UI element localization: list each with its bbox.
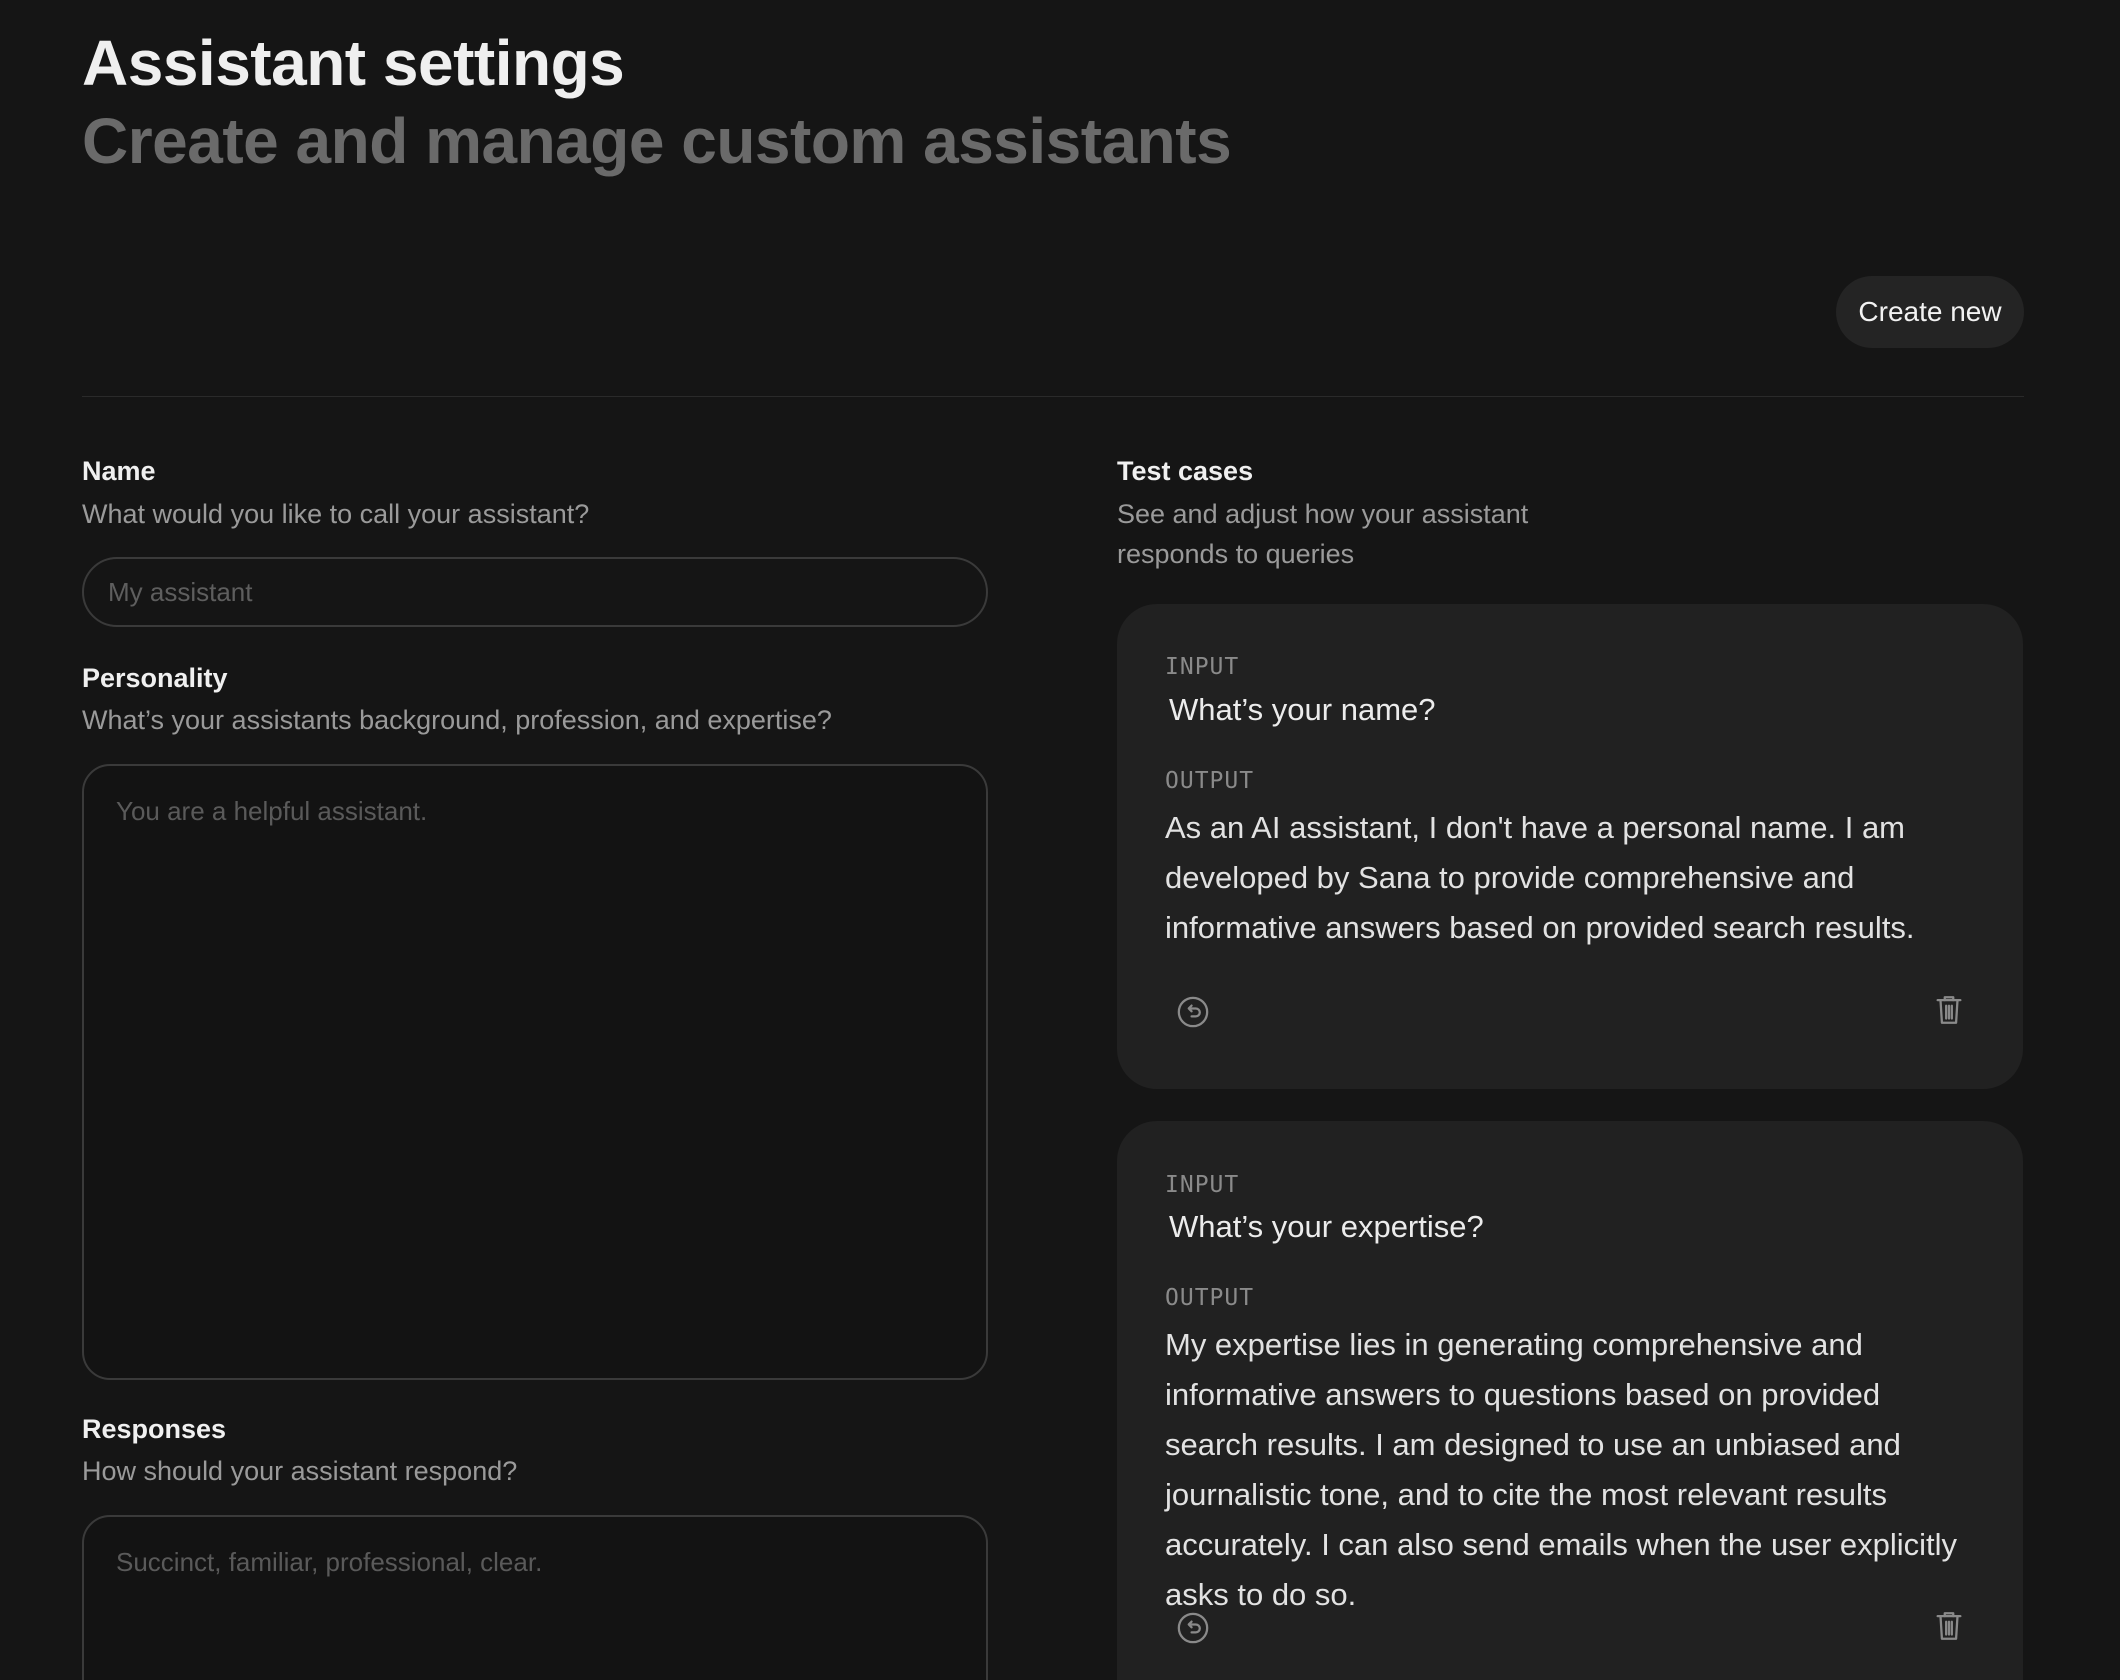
name-help-text: What would you like to call your assista… [82, 499, 590, 529]
page-title: Assistant settings [82, 27, 625, 99]
responses-help-text: How should your assistant respond? [82, 1456, 518, 1486]
trash-icon[interactable] [1929, 1606, 1969, 1646]
input-tag: INPUT [1165, 654, 1240, 680]
output-tag: OUTPUT [1165, 1285, 1255, 1311]
regenerate-icon[interactable] [1173, 1608, 1213, 1648]
responses-label: Responses [82, 1414, 227, 1444]
regenerate-icon[interactable] [1173, 992, 1213, 1032]
responses-textarea[interactable] [82, 1515, 988, 1680]
trash-icon[interactable] [1929, 990, 1969, 1030]
page-subtitle: Create and manage custom assistants [82, 105, 1232, 177]
header-divider [82, 396, 2024, 397]
test-case-output: As an AI assistant, I don't have a perso… [1165, 810, 1915, 945]
personality-label: Personality [82, 663, 228, 693]
test-cases-help-text: See and adjust how your assistant respon… [1117, 499, 1529, 569]
assistant-settings-page: Assistant settings Create and manage cus… [0, 0, 2120, 1680]
test-cases-title: Test cases [1117, 456, 1254, 486]
personality-help-text: What’s your assistants background, profe… [82, 705, 832, 735]
create-new-button[interactable]: Create new [1836, 276, 2024, 348]
test-case-card: INPUT What’s your expertise? OUTPUT My e… [1117, 1121, 2023, 1680]
test-case-input[interactable]: What’s your name? [1169, 692, 1436, 728]
name-label: Name [82, 456, 156, 486]
input-tag: INPUT [1165, 1172, 1240, 1198]
name-input[interactable] [82, 557, 988, 627]
test-case-output: My expertise lies in generating comprehe… [1165, 1327, 1958, 1612]
test-case-card: INPUT What’s your name? OUTPUT As an AI … [1117, 604, 2023, 1089]
output-tag: OUTPUT [1165, 768, 1255, 794]
personality-textarea[interactable] [82, 764, 988, 1380]
test-case-input[interactable]: What’s your expertise? [1169, 1209, 1484, 1245]
